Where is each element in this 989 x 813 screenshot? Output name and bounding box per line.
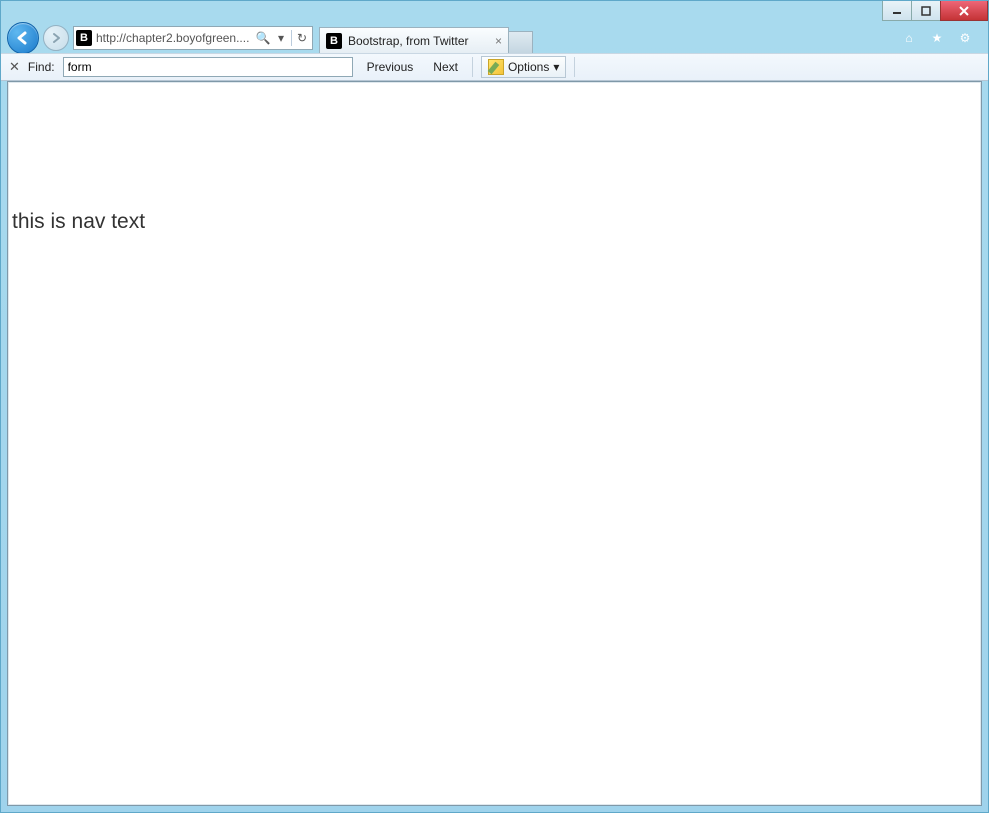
minimize-icon [892,6,902,16]
browser-window: B http://chapter2.boyofgreen.... 🔍 ▾ ↻ B… [0,0,989,813]
minimize-button[interactable] [882,1,912,21]
close-button[interactable] [940,1,988,21]
favorites-star-icon[interactable]: ★ [928,29,946,47]
maximize-icon [921,6,931,16]
address-controls: 🔍 ▾ ↻ [255,30,310,46]
titlebar [1,1,988,23]
close-icon [958,5,970,17]
tab-close-icon[interactable]: × [495,34,502,48]
address-favicon-icon: B [76,30,92,46]
navigation-row: B http://chapter2.boyofgreen.... 🔍 ▾ ↻ B… [1,23,988,53]
find-bar: ✕ Find: Previous Next Options ▾ [1,53,988,81]
search-icon[interactable]: 🔍 [255,30,271,46]
find-label: Find: [28,60,55,74]
new-tab-button[interactable] [509,31,533,53]
find-close-icon[interactable]: ✕ [9,59,20,75]
find-options-button[interactable]: Options ▾ [481,56,566,78]
tab-strip: B Bootstrap, from Twitter × [319,24,533,52]
chevron-down-icon: ▾ [553,60,559,74]
tab-favicon-icon: B [326,33,342,49]
tools-gear-icon[interactable]: ⚙ [956,29,974,47]
forward-arrow-icon [50,32,62,44]
find-separator [472,57,473,77]
find-input[interactable] [63,57,353,77]
find-separator-2 [574,57,575,77]
maximize-button[interactable] [911,1,941,21]
find-previous-button[interactable]: Previous [361,58,420,76]
window-buttons [883,1,988,21]
forward-button[interactable] [43,25,69,51]
back-button[interactable] [7,22,39,54]
page-viewport: this is nav text [7,81,982,806]
toolbar-right-icons: ⌂ ★ ⚙ [900,29,982,47]
nav-text: this is nav text [12,210,145,234]
find-options-label: Options [508,60,549,74]
tab-title: Bootstrap, from Twitter [348,34,469,48]
address-url-text: http://chapter2.boyofgreen.... [96,31,251,45]
address-dropdown-icon[interactable]: ▾ [273,30,289,46]
back-arrow-icon [15,30,31,46]
address-separator [291,30,292,46]
address-bar[interactable]: B http://chapter2.boyofgreen.... 🔍 ▾ ↻ [73,26,313,50]
find-next-button[interactable]: Next [427,58,464,76]
refresh-icon[interactable]: ↻ [294,30,310,46]
home-icon[interactable]: ⌂ [900,29,918,47]
highlight-icon [488,59,504,75]
tab-active[interactable]: B Bootstrap, from Twitter × [319,27,509,53]
